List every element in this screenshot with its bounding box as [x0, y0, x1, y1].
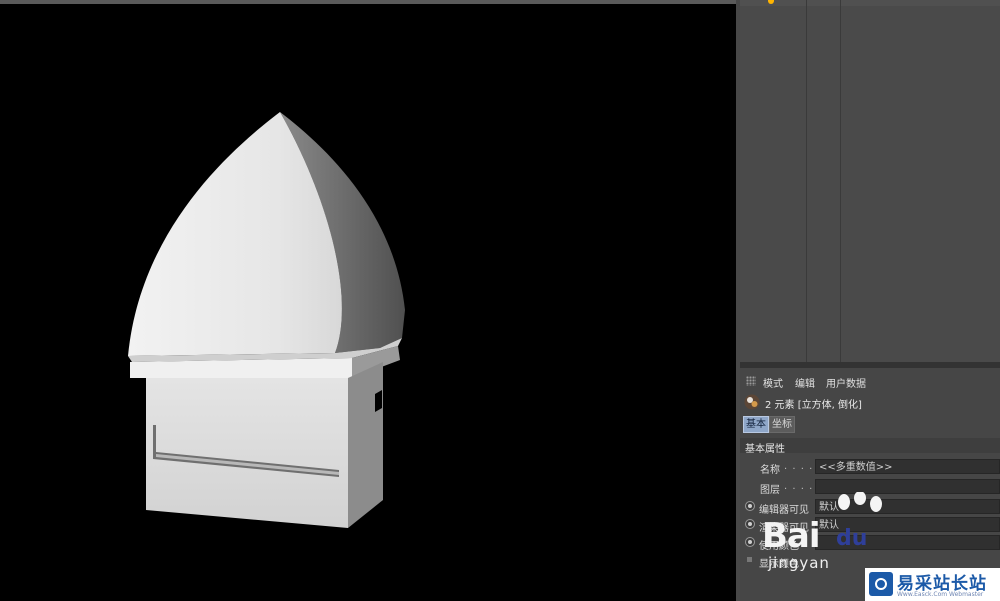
tab-basic[interactable]: 基本 — [743, 416, 769, 433]
rendered-model — [128, 112, 405, 528]
column-divider — [840, 0, 841, 362]
radio-button[interactable] — [745, 537, 755, 547]
prop-label: 名称 — [760, 465, 780, 476]
site-logo-icon — [869, 572, 893, 596]
baidu-sub-text: jingyan — [768, 554, 830, 572]
object-manager[interactable] — [740, 0, 1000, 362]
site-badge: 易采站长站 Www.Easck.Com Webmaster — [865, 568, 1000, 601]
baidu-watermark: Bai du jingyan — [762, 490, 892, 580]
radio-button[interactable] — [745, 519, 755, 529]
attribute-menubar: 模式 编辑 用户数据 — [740, 372, 1000, 390]
name-field[interactable]: <<多重数值>> — [815, 459, 1000, 474]
menu-mode[interactable]: 模式 — [763, 375, 783, 390]
multi-object-icon — [744, 394, 760, 410]
menu-edit[interactable]: 编辑 — [795, 375, 815, 390]
site-url: Www.Easck.Com Webmaster — [897, 591, 984, 598]
object-row[interactable] — [740, 0, 1000, 6]
object-marker-icon — [768, 0, 774, 4]
checkbox[interactable] — [747, 557, 752, 562]
tab-coord[interactable]: 坐标 — [769, 416, 795, 433]
section-title: 基本属性 — [745, 444, 785, 455]
baidu-logo-du: du — [836, 526, 868, 551]
viewport-3d[interactable] — [0, 0, 736, 601]
baidu-logo-text: Bai — [762, 516, 821, 556]
prop-row-name: 名称 . . . . . <<多重数值>> — [740, 458, 1000, 476]
menu-user-data[interactable]: 用户数据 — [826, 375, 866, 390]
radio-button[interactable] — [745, 501, 755, 511]
selection-text: 2 元素 [立方体, 倒化] — [765, 400, 862, 411]
selection-info: 2 元素 [立方体, 倒化] — [740, 392, 1000, 412]
section-header[interactable]: 基本属性 — [740, 438, 1000, 455]
column-divider — [806, 0, 807, 362]
grip-icon[interactable] — [746, 376, 756, 386]
